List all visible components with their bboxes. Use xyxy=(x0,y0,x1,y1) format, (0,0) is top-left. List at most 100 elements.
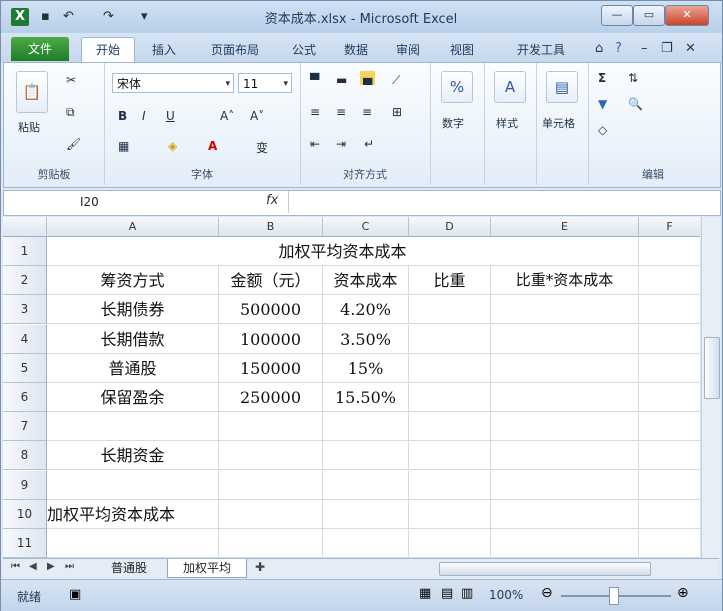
cell[interactable]: 保留盈余 xyxy=(47,383,219,412)
clear-icon[interactable]: ◇ xyxy=(598,123,607,137)
cell[interactable] xyxy=(639,441,700,470)
row-header[interactable]: 6 xyxy=(3,383,47,412)
decrease-indent-icon[interactable]: ⇤ xyxy=(310,137,320,151)
cell[interactable] xyxy=(491,529,639,558)
cell[interactable]: 长期债券 xyxy=(47,295,219,324)
cell[interactable] xyxy=(491,500,639,529)
cell[interactable] xyxy=(409,383,491,412)
first-sheet-icon[interactable]: ⏮ xyxy=(11,561,20,572)
tab-formulas[interactable]: 公式 xyxy=(283,39,325,61)
tab-home[interactable]: 开始 xyxy=(81,37,135,63)
cell[interactable] xyxy=(491,325,639,354)
cell[interactable] xyxy=(409,295,491,324)
cell[interactable] xyxy=(639,471,700,500)
name-box[interactable]: I20 xyxy=(8,193,188,211)
borders-icon[interactable]: ▦ xyxy=(118,139,129,153)
align-center-icon[interactable]: ≡ xyxy=(336,105,346,119)
fill-color-icon[interactable]: ◈ xyxy=(168,139,177,153)
insert-function-icon[interactable]: fx xyxy=(266,193,278,208)
doc-restore-icon[interactable]: ❐ xyxy=(661,41,673,56)
vertical-scroll-thumb[interactable] xyxy=(704,337,720,399)
cell[interactable] xyxy=(409,500,491,529)
zoom-level[interactable]: 100% xyxy=(489,588,523,602)
grow-font-button[interactable]: A˄ xyxy=(220,109,234,123)
row-header[interactable]: 1 xyxy=(3,237,47,266)
cell[interactable] xyxy=(47,471,219,500)
font-color-icon[interactable]: A xyxy=(208,139,217,153)
align-bottom-icon[interactable]: ▄ xyxy=(360,71,376,85)
cell[interactable] xyxy=(409,354,491,383)
sheet-tab-common-stock[interactable]: 普通股 xyxy=(95,559,163,577)
orientation-icon[interactable]: ⟋ xyxy=(392,73,400,88)
column-header[interactable]: B xyxy=(219,217,323,237)
align-top-icon[interactable]: ▀ xyxy=(310,73,319,87)
cell[interactable] xyxy=(219,529,323,558)
cell[interactable] xyxy=(639,412,700,441)
tab-review[interactable]: 审阅 xyxy=(387,39,429,61)
styles-button[interactable]: 样式 xyxy=(496,115,518,131)
row-header[interactable]: 9 xyxy=(3,471,47,500)
tab-developer[interactable]: 开发工具 xyxy=(505,39,577,61)
cell[interactable] xyxy=(409,529,491,558)
fill-icon[interactable]: ▼ xyxy=(598,97,607,111)
cell[interactable]: 100000 xyxy=(219,325,323,354)
cell[interactable]: 3.50% xyxy=(323,325,409,354)
cell[interactable] xyxy=(491,295,639,324)
sort-filter-icon[interactable]: ⇅ xyxy=(628,71,638,85)
cells-icon[interactable]: ▤ xyxy=(546,71,578,103)
cell[interactable] xyxy=(409,441,491,470)
cell[interactable] xyxy=(47,529,219,558)
cell[interactable] xyxy=(639,500,700,529)
tab-view[interactable]: 视图 xyxy=(441,39,483,61)
undo-icon[interactable]: ↶ xyxy=(63,8,74,26)
paste-icon[interactable]: 📋 xyxy=(16,71,48,113)
cell[interactable]: 比重 xyxy=(409,266,491,295)
maximize-button[interactable]: ▭ xyxy=(633,5,665,26)
format-painter-icon[interactable]: 🖌 xyxy=(66,137,81,151)
font-size-select[interactable]: 11 ▾ xyxy=(238,73,292,93)
tab-insert[interactable]: 插入 xyxy=(141,39,187,61)
cell[interactable]: 4.20% xyxy=(323,295,409,324)
cell[interactable] xyxy=(639,325,700,354)
row-header[interactable]: 7 xyxy=(3,412,47,441)
save-icon[interactable]: ▪ xyxy=(41,8,50,26)
next-sheet-icon[interactable]: ▶ xyxy=(47,561,55,572)
insert-sheet-icon[interactable]: ✚ xyxy=(255,560,265,574)
column-header[interactable]: A xyxy=(47,217,219,237)
formula-input[interactable] xyxy=(296,193,696,211)
normal-view-icon[interactable]: ▦ xyxy=(419,586,431,601)
increase-indent-icon[interactable]: ⇥ xyxy=(336,137,346,151)
cell[interactable]: 长期借款 xyxy=(47,325,219,354)
wrap-text-icon[interactable]: ↵ xyxy=(364,137,374,151)
minimize-button[interactable]: — xyxy=(601,5,633,26)
merge-center-icon[interactable]: ⊞ xyxy=(392,105,402,119)
macro-record-icon[interactable]: ▣ xyxy=(69,587,81,602)
cell[interactable] xyxy=(639,266,700,295)
font-name-select[interactable]: 宋体 ▾ xyxy=(112,73,234,93)
zoom-out-icon[interactable]: ⊖ xyxy=(541,585,553,601)
cell[interactable] xyxy=(639,529,700,558)
row-header[interactable]: 5 xyxy=(3,354,47,383)
doc-minimize-icon[interactable]: – xyxy=(641,41,648,56)
cell[interactable]: 普通股 xyxy=(47,354,219,383)
cell[interactable]: 15.50% xyxy=(323,383,409,412)
cell[interactable] xyxy=(639,295,700,324)
shrink-font-button[interactable]: A˅ xyxy=(250,109,264,123)
cell[interactable]: 加权平均资本成本 xyxy=(47,237,639,266)
number-format-button[interactable]: 数字 xyxy=(442,115,464,131)
cell[interactable] xyxy=(491,354,639,383)
column-header[interactable]: D xyxy=(409,217,491,237)
prev-sheet-icon[interactable]: ◀ xyxy=(29,561,37,572)
cell[interactable]: 250000 xyxy=(219,383,323,412)
cell[interactable]: 金额（元） xyxy=(219,266,323,295)
tab-page-layout[interactable]: 页面布局 xyxy=(197,39,273,61)
cell[interactable]: 15% xyxy=(323,354,409,383)
doc-close-icon[interactable]: ✕ xyxy=(685,41,696,56)
cell[interactable] xyxy=(219,500,323,529)
cell[interactable] xyxy=(219,441,323,470)
cell[interactable]: 150000 xyxy=(219,354,323,383)
page-layout-view-icon[interactable]: ▤ xyxy=(441,586,453,601)
bold-button[interactable]: B xyxy=(118,109,127,123)
cut-icon[interactable]: ✂ xyxy=(66,73,76,87)
column-header[interactable]: E xyxy=(491,217,639,237)
